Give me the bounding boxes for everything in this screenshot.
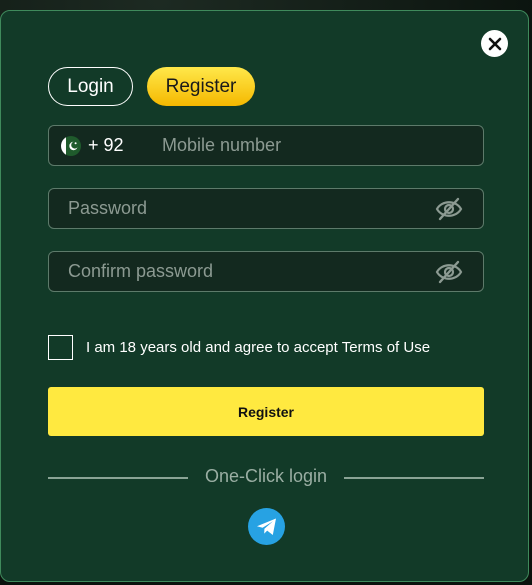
tab-login-label: Login xyxy=(67,75,114,97)
confirm-password-input[interactable] xyxy=(68,252,418,291)
divider-line-left xyxy=(48,477,188,479)
close-icon xyxy=(488,37,501,50)
pakistan-flag-icon xyxy=(61,136,81,156)
eye-off-icon xyxy=(435,197,463,221)
close-button[interactable] xyxy=(481,30,508,57)
one-click-login-label: One-Click login xyxy=(204,466,328,486)
confirm-password-field xyxy=(48,251,484,292)
mobile-number-input[interactable] xyxy=(162,126,462,165)
phone-field: + 92 xyxy=(48,125,484,166)
password-field xyxy=(48,188,484,229)
confirm-password-visibility-toggle[interactable] xyxy=(435,259,463,285)
terms-label[interactable]: I am 18 years old and agree to accept Te… xyxy=(86,339,430,356)
tab-register[interactable]: Register xyxy=(147,67,255,106)
terms-checkbox[interactable] xyxy=(48,335,73,360)
password-visibility-toggle[interactable] xyxy=(435,196,463,222)
eye-off-icon xyxy=(435,260,463,284)
password-input[interactable] xyxy=(68,189,418,228)
register-submit-button[interactable]: Register xyxy=(48,387,484,436)
telegram-icon xyxy=(256,518,276,535)
register-modal: Login Register + 92 Mobile number I am 1… xyxy=(0,10,529,582)
country-code[interactable]: + 92 xyxy=(88,126,124,165)
divider-line-right xyxy=(344,477,484,479)
tab-register-label: Register xyxy=(165,75,237,97)
telegram-login-button[interactable] xyxy=(248,508,285,545)
tab-login[interactable]: Login xyxy=(48,67,133,106)
